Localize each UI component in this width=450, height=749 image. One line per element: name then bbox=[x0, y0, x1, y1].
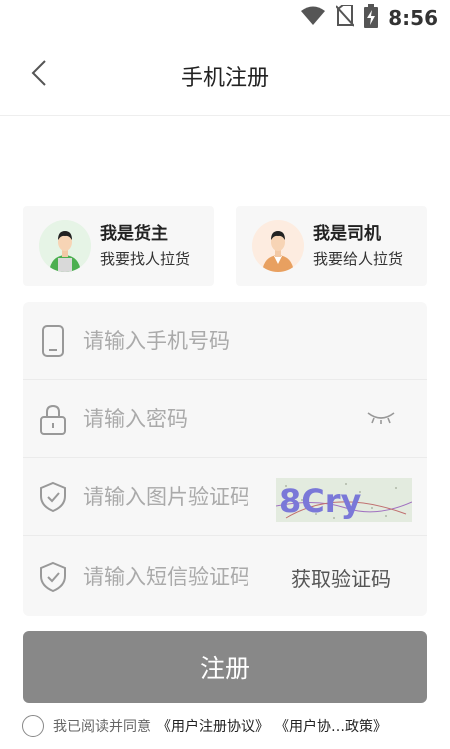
register-form: 8Cry 获取验证码 bbox=[23, 302, 427, 616]
password-row bbox=[23, 380, 427, 458]
eye-closed-icon bbox=[366, 409, 396, 429]
shield-check-icon bbox=[39, 480, 67, 514]
status-time: 8:56 bbox=[388, 6, 438, 30]
image-code-input[interactable] bbox=[83, 476, 248, 517]
wifi-icon bbox=[300, 6, 326, 30]
phone-icon bbox=[39, 324, 67, 358]
phone-row bbox=[23, 302, 427, 380]
privacy-policy-link[interactable]: 《用户协…政策》 bbox=[275, 716, 387, 736]
role-subtitle-shipper: 我要找人拉货 bbox=[100, 249, 191, 268]
captcha-text: 8Cry bbox=[279, 482, 362, 520]
role-card-driver[interactable]: 我是司机 我要给人拉货 bbox=[236, 206, 427, 286]
image-code-row: 8Cry bbox=[23, 458, 427, 536]
driver-avatar-icon bbox=[252, 220, 304, 272]
agree-checkbox[interactable] bbox=[22, 715, 44, 737]
shield-check-icon bbox=[39, 560, 67, 594]
role-card-shipper[interactable]: 我是货主 我要找人拉货 bbox=[23, 206, 214, 286]
lock-icon bbox=[39, 402, 67, 436]
role-title-shipper: 我是货主 bbox=[100, 223, 168, 244]
nav-bar: 手机注册 bbox=[0, 36, 450, 116]
sms-code-input[interactable] bbox=[83, 557, 248, 597]
role-subtitle-driver: 我要给人拉货 bbox=[313, 249, 404, 268]
user-agreement-link[interactable]: 《用户注册协议》 bbox=[157, 716, 269, 736]
no-sim-icon bbox=[335, 4, 355, 31]
chevron-left-icon bbox=[30, 59, 48, 91]
back-button[interactable] bbox=[24, 60, 54, 90]
battery-charging-icon bbox=[364, 4, 379, 32]
agreement-row: 我已阅读并同意 《用户注册协议》 《用户协…政策》 bbox=[22, 713, 442, 739]
password-toggle-button[interactable] bbox=[365, 407, 397, 431]
status-bar: 8:56 bbox=[0, 0, 450, 36]
register-button[interactable]: 注册 bbox=[23, 631, 427, 703]
password-input[interactable] bbox=[83, 398, 248, 439]
get-sms-code-button[interactable]: 获取验证码 bbox=[291, 563, 391, 592]
captcha-image[interactable]: 8Cry bbox=[276, 478, 412, 522]
shipper-avatar-icon bbox=[39, 220, 91, 272]
phone-input[interactable] bbox=[83, 320, 333, 361]
agreement-text: 我已阅读并同意 bbox=[53, 719, 151, 735]
page-title: 手机注册 bbox=[180, 65, 269, 91]
role-title-driver: 我是司机 bbox=[313, 223, 381, 244]
sms-code-row: 获取验证码 bbox=[23, 538, 427, 616]
